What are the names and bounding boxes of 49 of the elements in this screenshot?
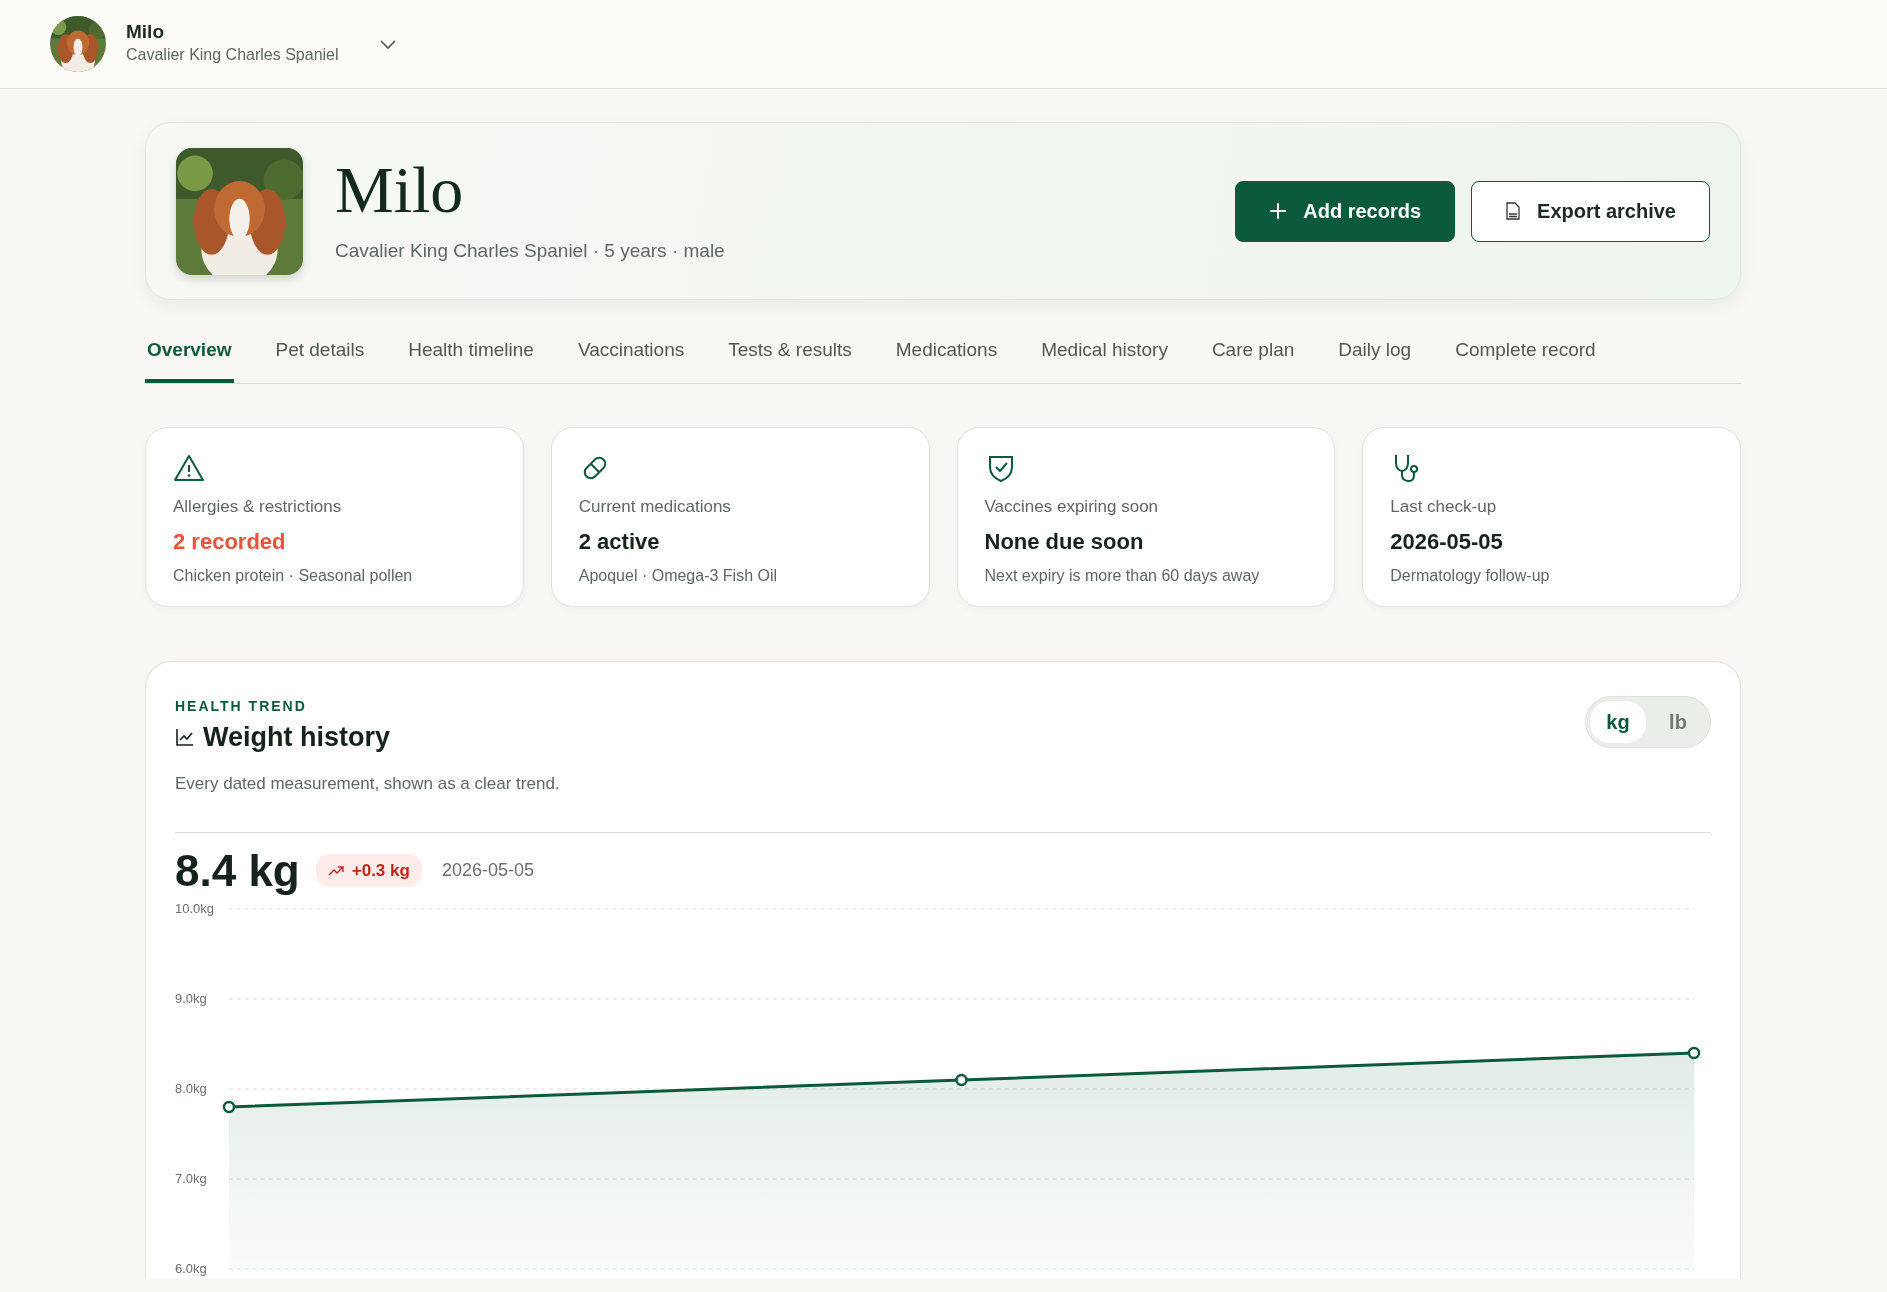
card-value: None due soon — [984, 528, 1145, 556]
card-label: Last check-up — [1390, 495, 1498, 518]
trend-chart-icon — [175, 726, 195, 747]
card-value: 2 recorded — [173, 528, 287, 556]
unit-option[interactable]: lb — [1650, 700, 1706, 743]
section-title: Weight history — [203, 720, 390, 754]
card-value: 2 active — [578, 528, 661, 556]
axis-tick-label: 9.0kg — [175, 990, 207, 1006]
axis-tick-label: 10.0kg — [175, 900, 215, 916]
nav-tab[interactable]: Vaccinations — [575, 336, 687, 383]
pet-breed: Cavalier King Charles Spaniel — [126, 45, 339, 66]
nav-tab[interactable]: Overview — [145, 336, 234, 383]
plus-icon — [1269, 202, 1288, 220]
card-detail: Chicken protein · Seasonal pollen — [173, 566, 414, 586]
nav-tab[interactable]: Daily log — [1336, 336, 1414, 383]
nav-tab[interactable]: Medical history — [1039, 336, 1170, 383]
card-value: 2026-05-05 — [1390, 528, 1504, 556]
pet-summary: Cavalier King Charles Spaniel · 5 years · male — [335, 238, 725, 263]
add-records-button[interactable]: Add records — [1235, 180, 1456, 242]
measurement-date: 2026-05-05 — [441, 859, 534, 882]
nav-tab[interactable]: Tests & results — [726, 336, 854, 383]
pet-title: Milo — [335, 156, 465, 223]
nav-tab[interactable]: Health timeline — [406, 336, 536, 383]
weight-change-badge: +0.3 kg — [315, 853, 422, 888]
nav-tab[interactable]: Medications — [893, 336, 1000, 383]
unit-option[interactable]: kg — [1590, 700, 1646, 743]
card-label: Current medications — [578, 495, 732, 518]
nav-tab[interactable]: Care plan — [1209, 336, 1297, 383]
card-detail: Apoquel · Omega-3 Fish Oil — [578, 566, 779, 586]
data-point — [1687, 1046, 1701, 1059]
axis-tick-label: 8.0kg — [175, 1080, 207, 1096]
card-label: Allergies & restrictions — [173, 495, 343, 518]
section-description: Every dated measurement, shown as a clear trend. — [175, 773, 560, 795]
axis-tick-label: 7.0kg — [175, 1170, 207, 1186]
card-detail: Dermatology follow-up — [1390, 566, 1551, 586]
current-weight: 8.4 kg — [175, 848, 300, 893]
pet-name: Milo — [126, 20, 165, 44]
nav-tab[interactable]: Pet details — [273, 336, 367, 383]
card-label: Vaccines expiring soon — [984, 495, 1160, 518]
section-eyebrow: HEALTH TREND — [175, 696, 308, 716]
data-point — [955, 1073, 968, 1086]
pdf-file-icon — [1505, 202, 1522, 220]
dropdown-chevron-icon[interactable] — [378, 38, 397, 50]
axis-tick-label: 6.0kg — [175, 1260, 207, 1276]
nav-tab[interactable]: Complete record — [1453, 336, 1598, 383]
export-archive-button[interactable]: Export archive — [1471, 180, 1710, 242]
data-point — [222, 1100, 236, 1113]
trend-up-icon — [327, 864, 344, 877]
card-detail: Next expiry is more than 60 days away — [984, 566, 1261, 586]
